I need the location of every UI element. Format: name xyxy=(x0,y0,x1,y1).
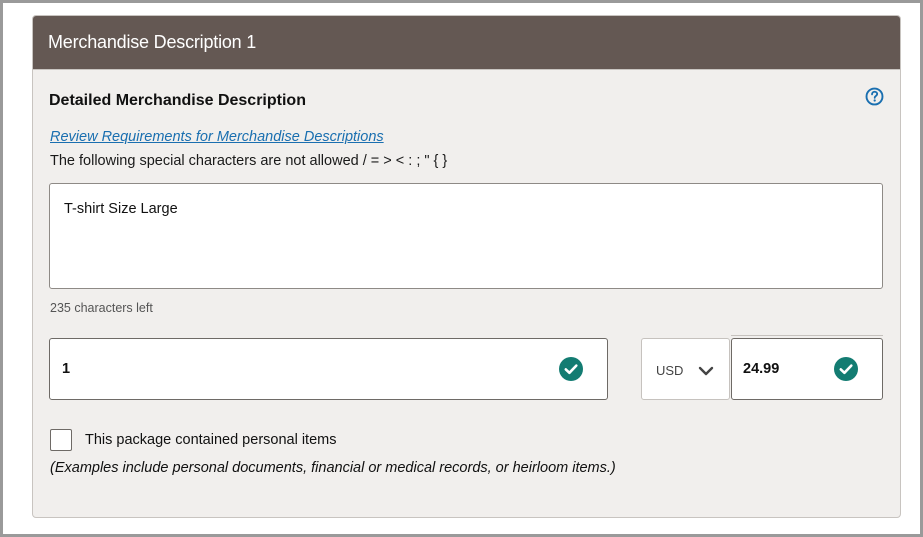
personal-items-checkbox[interactable] xyxy=(50,429,72,451)
chevron-down-icon xyxy=(698,366,714,376)
quantity-value: 1 xyxy=(62,361,71,377)
section-title: Detailed Merchandise Description xyxy=(49,92,306,109)
currency-selected-value: USD xyxy=(656,363,684,378)
card-title: Merchandise Description 1 xyxy=(48,32,257,52)
quantity-field[interactable]: 1 xyxy=(49,338,608,400)
currency-select[interactable]: USD xyxy=(641,338,730,400)
check-circle-icon xyxy=(834,357,858,381)
unit-value: 24.99 xyxy=(743,361,780,377)
value-field-top-border xyxy=(731,335,883,336)
unit-value-field[interactable]: 24.99 xyxy=(731,338,883,400)
personal-items-examples-note: (Examples include personal documents, fi… xyxy=(50,460,616,476)
card-header: Merchandise Description 1 xyxy=(33,16,900,70)
check-circle-icon xyxy=(559,357,583,381)
review-requirements-link[interactable]: Review Requirements for Merchandise Desc… xyxy=(50,129,384,145)
question-circle-icon[interactable] xyxy=(865,87,884,106)
characters-left-counter: 235 characters left xyxy=(50,301,153,315)
merchandise-description-card: Merchandise Description 1 Detailed Merch… xyxy=(32,15,901,518)
merchandise-description-field[interactable]: T-shirt Size Large xyxy=(49,183,883,289)
personal-items-label[interactable]: This package contained personal items xyxy=(85,432,336,448)
special-characters-note: The following special characters are not… xyxy=(50,153,448,169)
